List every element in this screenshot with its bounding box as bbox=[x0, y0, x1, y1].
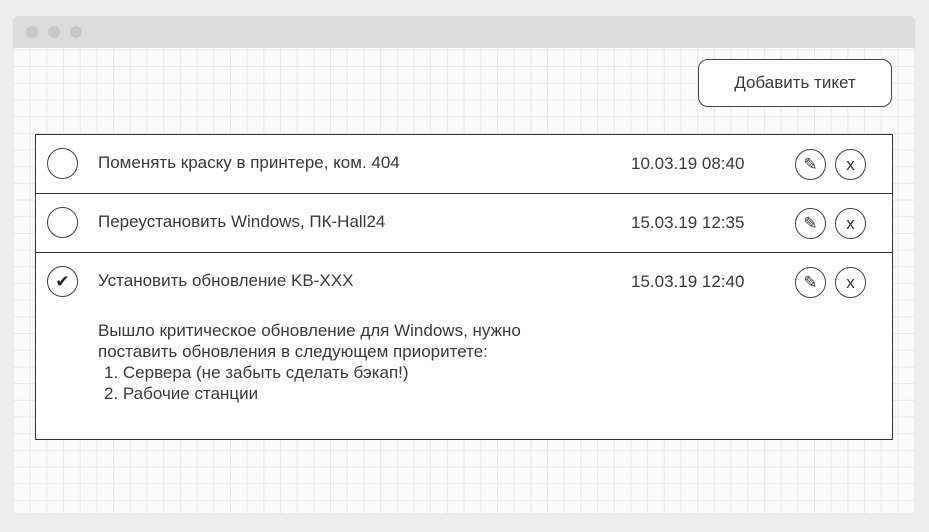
ticket-row: Переустановить Windows, ПК-Hall24 15.03.… bbox=[36, 194, 892, 253]
ticket-title[interactable]: Переустановить Windows, ПК-Hall24 bbox=[98, 212, 385, 232]
app-window: Добавить тикет Поменять краску в принтер… bbox=[13, 16, 915, 513]
ticket-row: Поменять краску в принтере, ком. 404 10.… bbox=[36, 135, 892, 194]
ticket-done-toggle[interactable] bbox=[47, 207, 78, 238]
window-dot-minimize[interactable] bbox=[48, 26, 60, 38]
window-dot-maximize[interactable] bbox=[70, 26, 82, 38]
pencil-icon[interactable]: ✎ bbox=[795, 267, 826, 298]
close-icon[interactable]: x bbox=[835, 267, 866, 298]
ticket-date: 15.03.19 12:40 bbox=[631, 272, 745, 291]
close-icon[interactable]: x bbox=[835, 208, 866, 239]
description-list-item: 2. Рабочие станции bbox=[104, 384, 259, 403]
window-dot-close[interactable] bbox=[26, 26, 38, 38]
add-ticket-button[interactable]: Добавить тикет bbox=[698, 59, 892, 107]
ticket-title[interactable]: Установить обновление KB-XXX bbox=[98, 271, 353, 291]
description-line: поставить обновления в следующем приорит… bbox=[98, 342, 488, 361]
description-list-item: 1. Сервера (не забыть сделать бэкап!) bbox=[104, 363, 409, 382]
ticket-list: Поменять краску в принтере, ком. 404 10.… bbox=[35, 134, 893, 440]
ticket-row-expanded: ✔ Установить обновление KB-XXX 15.03.19 … bbox=[36, 253, 892, 439]
ticket-done-toggle[interactable] bbox=[47, 148, 78, 179]
ticket-date: 15.03.19 12:35 bbox=[631, 213, 745, 232]
window-titlebar bbox=[13, 16, 915, 48]
pencil-icon[interactable]: ✎ bbox=[795, 208, 826, 239]
pencil-icon[interactable]: ✎ bbox=[795, 149, 826, 180]
ticket-title[interactable]: Поменять краску в принтере, ком. 404 bbox=[98, 153, 400, 173]
close-icon[interactable]: x bbox=[835, 149, 866, 180]
ticket-description: Вышло критическое обновление для Windows… bbox=[98, 320, 521, 404]
ticket-date: 10.03.19 08:40 bbox=[631, 154, 745, 173]
description-line: Вышло критическое обновление для Windows… bbox=[98, 321, 521, 340]
checkmark-icon[interactable]: ✔ bbox=[47, 266, 78, 297]
